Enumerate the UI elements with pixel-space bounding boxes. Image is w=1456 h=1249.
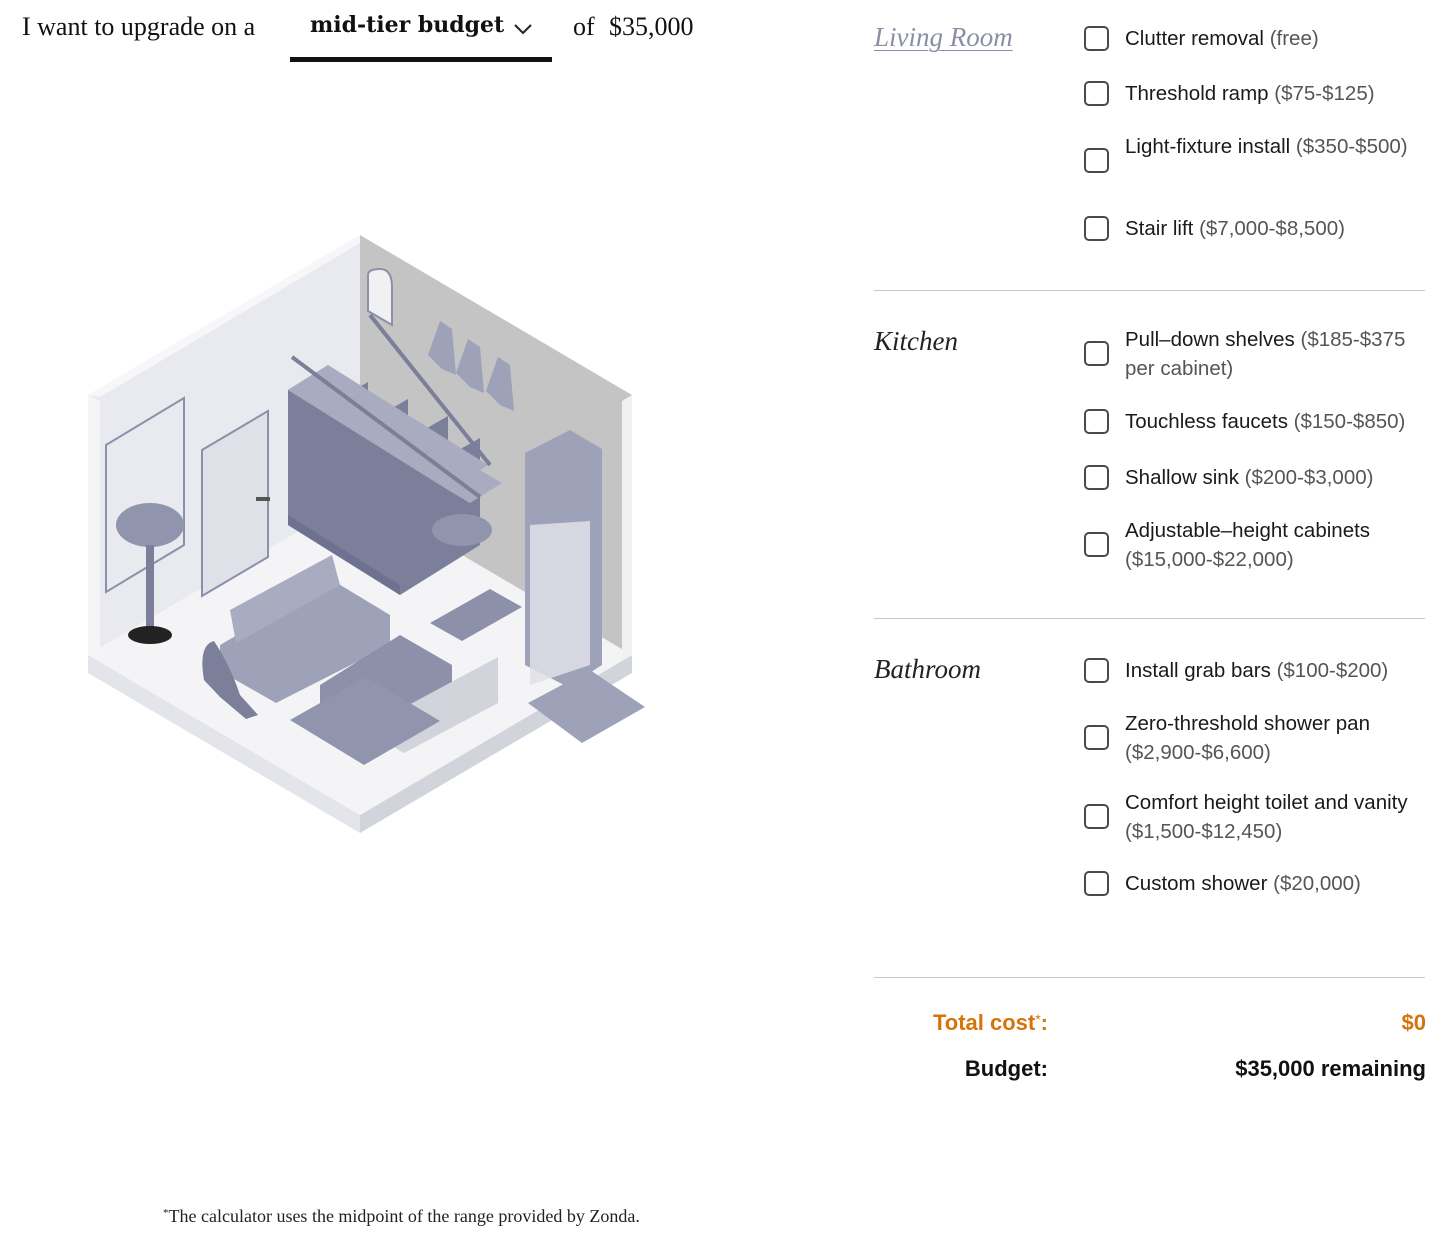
checkbox-unchecked-icon[interactable] [1084,341,1109,366]
checkbox-unchecked-icon[interactable] [1084,26,1109,51]
left-wall-edge [88,395,100,661]
option-price: ($100-$200) [1276,659,1389,682]
section-bathroom: Bathroom [874,654,981,684]
option-price: ($75-$125) [1274,82,1375,105]
checkbox-unchecked-icon[interactable] [1084,409,1109,434]
right-wall-edge [622,395,632,661]
option-label: Stair lift [1125,217,1194,240]
option-threshold-ramp[interactable]: Threshold ramp ($75-$125) [1082,79,1427,109]
option-label: Clutter removal [1125,27,1264,50]
option-adjustable-height-cabinets[interactable]: Adjustable–height cabinets ($15,000-$22,… [1082,516,1427,574]
budget-tier-value: mid-tier budget [310,12,505,38]
checkbox-unchecked-icon[interactable] [1084,871,1109,896]
budget-label: Budget: [964,1056,1048,1081]
section-divider [874,618,1425,619]
option-price: ($200-$3,000) [1244,466,1374,489]
option-price: (free) [1269,27,1319,50]
budget-tier-dropdown[interactable]: mid-tier budget [290,4,552,62]
option-label: Adjustable–height cabinets [1125,519,1371,542]
chevron-down-icon [514,24,532,35]
checkbox-unchecked-icon[interactable] [1084,216,1109,241]
option-price: ($20,000) [1273,872,1361,895]
budget-remaining-value: $35,000 remaining [1235,1056,1426,1081]
option-price: ($350-$500) [1295,135,1408,158]
upgrade-options: Living Room Clutter removal (free) Thres… [874,0,1426,1100]
option-label: Pull–down shelves [1125,328,1295,351]
total-cost-value: $0 [1401,1010,1426,1035]
option-label: Touchless faucets [1125,410,1288,433]
budget-intro-text: I want to upgrade on a [22,12,256,41]
option-comfort-height-toilet[interactable]: Comfort height toilet and vanity ($1,500… [1082,788,1427,846]
option-price: ($1,500-$12,450) [1125,820,1283,843]
option-price: ($15,000-$22,000) [1125,548,1294,571]
footnote: *The calculator uses the midpoint of the… [163,1206,640,1227]
option-label: Zero-threshold shower pan [1125,712,1370,735]
option-label: Comfort height toilet and vanity [1125,791,1408,814]
option-stair-lift[interactable]: Stair lift ($7,000-$8,500) [1082,214,1427,244]
lamp-pole [146,545,154,633]
option-price: ($150-$850) [1293,410,1406,433]
option-price: ($2,900-$6,600) [1125,741,1271,764]
budget-of-text: of [573,12,595,41]
option-install-grab-bars[interactable]: Install grab bars ($100-$200) [1082,656,1427,686]
option-label: Custom shower [1125,872,1268,895]
option-price: ($7,000-$8,500) [1199,217,1345,240]
door-handle [256,497,270,501]
checkbox-unchecked-icon[interactable] [1084,465,1109,490]
checkbox-unchecked-icon[interactable] [1084,148,1109,173]
section-kitchen: Kitchen [874,326,958,356]
section-divider [874,290,1425,291]
checkbox-unchecked-icon[interactable] [1084,532,1109,557]
option-touchless-faucets[interactable]: Touchless faucets ($150-$850) [1082,407,1427,437]
option-shallow-sink[interactable]: Shallow sink ($200-$3,000) [1082,463,1427,493]
footnote-text: The calculator uses the midpoint of the … [168,1206,640,1226]
checkbox-unchecked-icon[interactable] [1084,804,1109,829]
option-zero-threshold-shower-pan[interactable]: Zero-threshold shower pan ($2,900-$6,600… [1082,709,1427,767]
checkbox-unchecked-icon[interactable] [1084,81,1109,106]
option-custom-shower[interactable]: Custom shower ($20,000) [1082,869,1427,899]
option-clutter-removal[interactable]: Clutter removal (free) [1082,24,1427,54]
bookshelf-glass-door [530,521,590,685]
checkbox-unchecked-icon[interactable] [1084,725,1109,750]
checkbox-unchecked-icon[interactable] [1084,658,1109,683]
lamp-shade [116,503,184,547]
option-label: Install grab bars [1125,659,1271,682]
option-label: Threshold ramp [1125,82,1269,105]
room-illustration [88,235,645,833]
budget-sentence: I want to upgrade on a mid-tier budget o… [0,0,760,70]
budget-amount: $35,000 [609,12,694,41]
total-cost-label: Total cost*: [932,1010,1048,1035]
lamp-base [128,626,172,644]
section-divider [874,977,1425,978]
option-label: Shallow sink [1125,466,1239,489]
section-living-room[interactable]: Living Room [874,22,1013,53]
option-label: Light-fixture install [1125,135,1291,158]
option-light-fixture-install[interactable]: Light-fixture install ($350-$500) [1082,132,1427,190]
toilet [432,514,492,546]
option-pull-down-shelves[interactable]: Pull–down shelves ($185-$375 per cabinet… [1082,325,1427,383]
